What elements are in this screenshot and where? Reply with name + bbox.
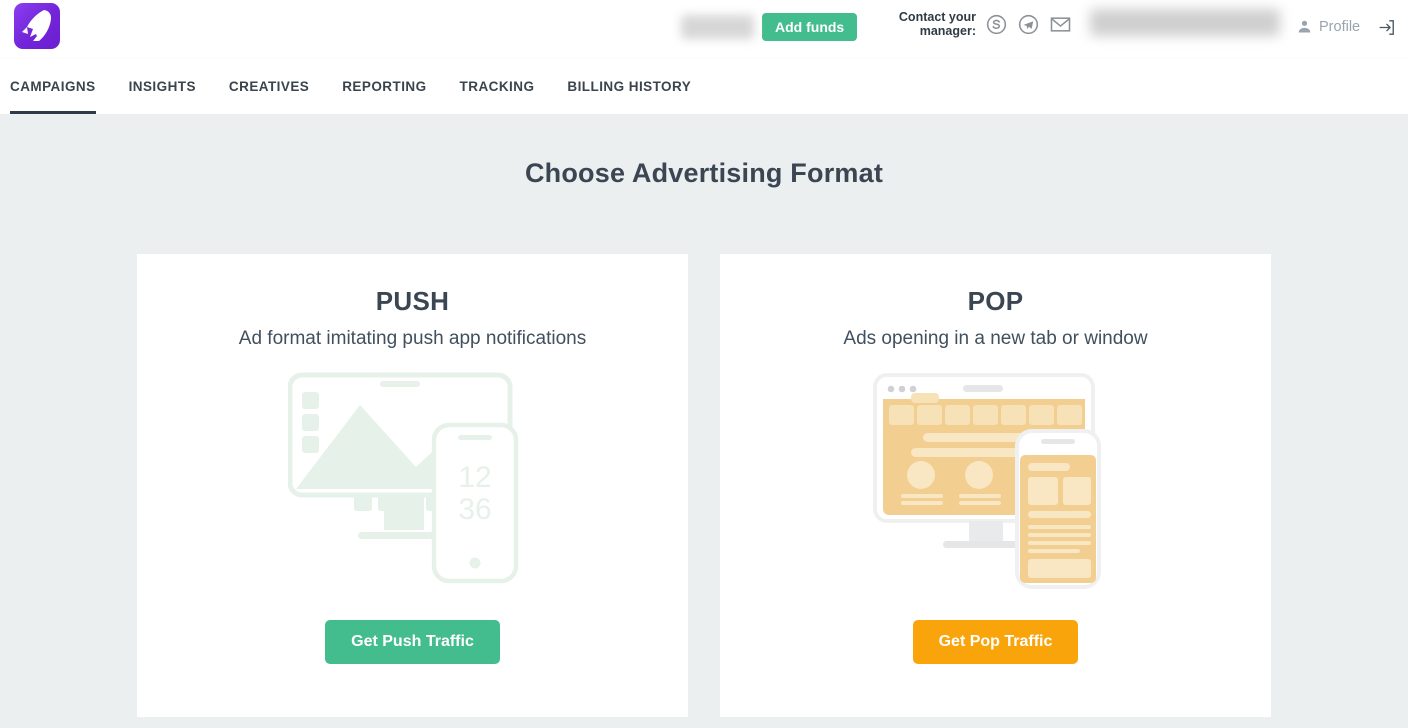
profile-link[interactable]: Profile [1296, 18, 1360, 35]
logout-button[interactable] [1377, 18, 1396, 37]
email-icon[interactable] [1049, 13, 1072, 36]
contact-label-line1: Contact your [898, 10, 976, 24]
nav-items: CAMPAIGNS INSIGHTS CREATIVES REPORTING T… [0, 59, 1408, 94]
main-content: Choose Advertising Format PUSH Ad format… [0, 114, 1408, 728]
nav-item-creatives[interactable]: CREATIVES [229, 79, 342, 94]
nav-item-billing-history[interactable]: BILLING HISTORY [567, 79, 724, 94]
format-card-push[interactable]: PUSH Ad format imitating push app notifi… [137, 254, 688, 717]
rocket-logo-icon[interactable] [14, 3, 60, 49]
nav-item-tracking[interactable]: TRACKING [460, 79, 568, 94]
contact-label-line2: manager: [919, 24, 976, 38]
top-bar: Add funds Contact your manager: Profile [0, 0, 1408, 59]
main-navigation: CAMPAIGNS INSIGHTS CREATIVES REPORTING T… [0, 59, 1408, 115]
user-email-masked [1090, 9, 1280, 36]
svg-text:36: 36 [458, 493, 491, 526]
page-title: Choose Advertising Format [524, 158, 884, 188]
add-funds-button[interactable]: Add funds [762, 13, 858, 41]
get-pop-traffic-button[interactable]: Get Pop Traffic [912, 620, 1079, 664]
card-title-push: PUSH [375, 286, 450, 316]
balance-masked [681, 15, 754, 39]
nav-item-campaigns[interactable]: CAMPAIGNS [10, 79, 129, 94]
logout-icon [1379, 20, 1394, 35]
get-push-traffic-button[interactable]: Get Push Traffic [325, 620, 500, 664]
pop-illustration [871, 366, 1121, 598]
push-illustration: 12 36 [287, 366, 538, 598]
card-title-pop: POP [967, 286, 1024, 316]
profile-label: Profile [1319, 18, 1361, 35]
nav-item-insights[interactable]: INSIGHTS [129, 79, 229, 94]
format-card-pop[interactable]: POP Ads opening in a new tab or window G… [720, 254, 1271, 717]
svg-text:12: 12 [458, 461, 491, 494]
telegram-icon[interactable] [1017, 13, 1040, 36]
skype-icon[interactable] [985, 13, 1008, 36]
account-balance-group: Add funds [681, 13, 858, 41]
person-icon [1298, 20, 1311, 33]
card-subtitle-push: Ad format imitating push app notificatio… [238, 328, 587, 349]
contact-manager-group: Contact your manager: [888, 10, 1072, 38]
card-subtitle-pop: Ads opening in a new tab or window [843, 328, 1148, 349]
format-cards: PUSH Ad format imitating push app notifi… [137, 254, 1271, 717]
nav-item-reporting[interactable]: REPORTING [342, 79, 459, 94]
contact-manager-label: Contact your manager: [888, 10, 976, 38]
